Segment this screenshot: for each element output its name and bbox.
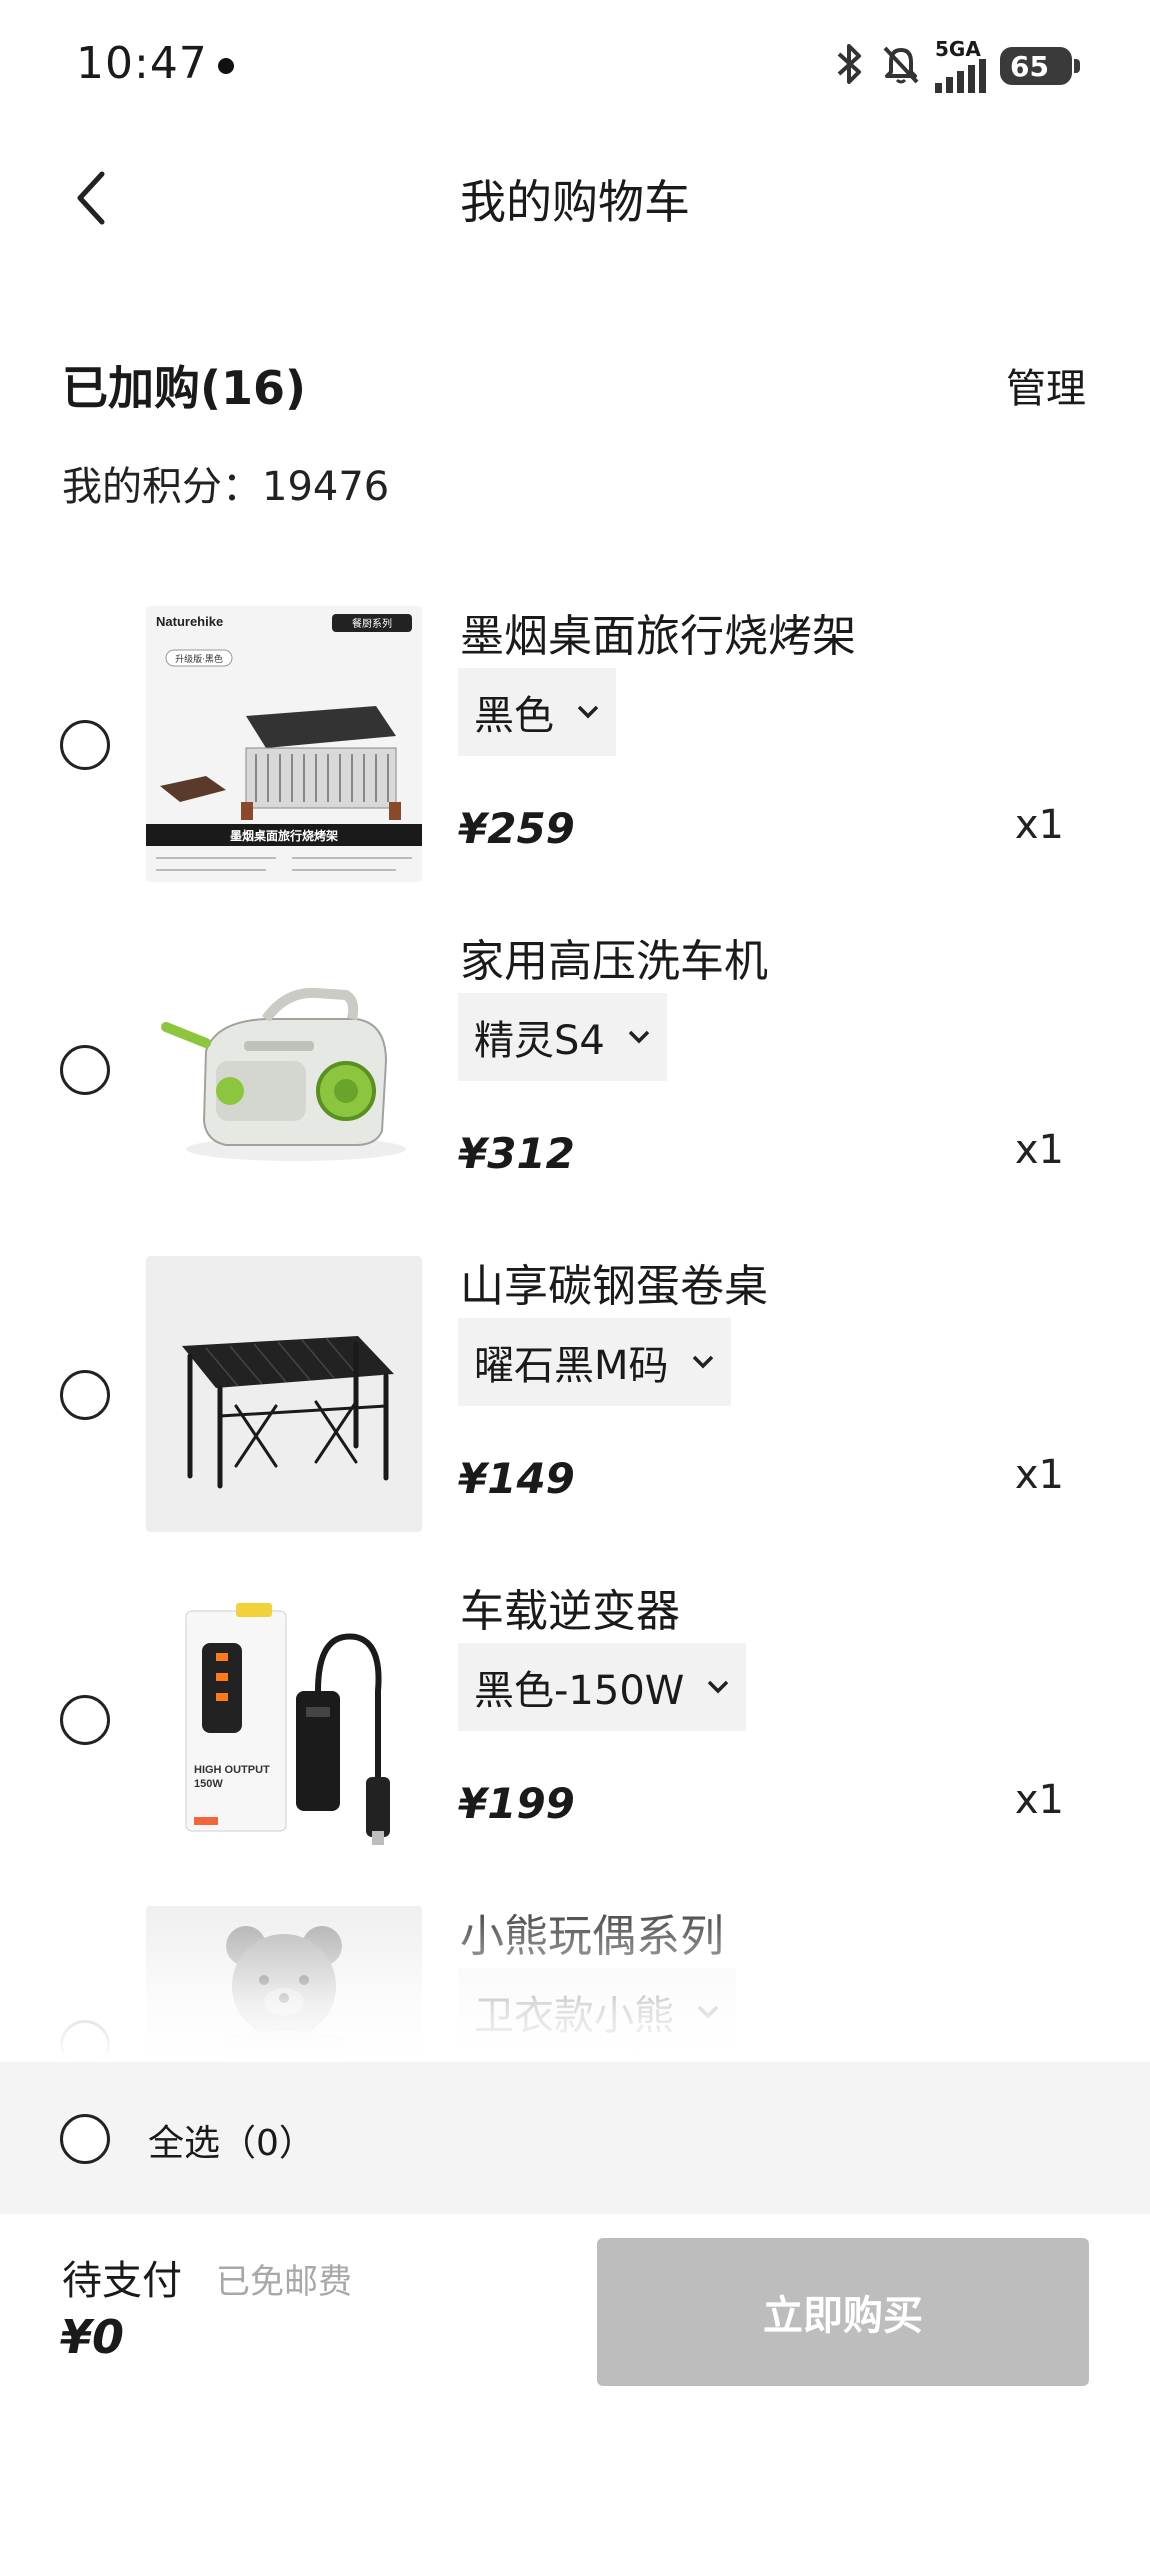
spec-value: 曜石黑M码 [474,1343,669,1389]
item-price: ¥149 [458,1454,575,1503]
spec-selector[interactable]: 黑色-150W [458,1643,747,1731]
inverter-label-text: HIGH OUTPUT [194,1764,270,1776]
cart-item: 家用高压洗车机 精灵S4 ¥312 x1 [0,925,1150,1225]
spec-value: 精灵S4 [474,1018,605,1064]
network-type: 5GA [935,37,981,61]
chevron-down-icon [576,704,600,720]
pressure-washer-image[interactable] [146,931,422,1207]
inverter-power-text: 150W [194,1778,223,1790]
grill-brand-text: Naturehike [156,614,223,629]
item-price: ¥312 [458,1129,575,1178]
buy-now-button[interactable]: 立即购买 [597,2238,1089,2386]
free-shipping-label: 已免邮费 [216,2262,352,2302]
item-quantity[interactable]: x1 [1015,1127,1064,1173]
product-name[interactable]: 车载逆变器 [460,1575,680,1639]
cart-item: 山享碳钢蛋卷桌 曜石黑M码 ¥149 x1 [0,1250,1150,1550]
battery-icon: 65 [1000,47,1080,85]
item-price: ¥259 [458,804,575,853]
page-title: 我的购物车 [460,175,690,229]
item-quantity[interactable]: x1 [1015,1777,1064,1823]
spec-value: 黑色 [474,693,554,739]
spec-selector[interactable]: 黑色 [458,668,616,756]
item-checkbox[interactable] [60,1045,110,1095]
select-all-checkbox[interactable] [60,2114,110,2164]
product-name[interactable]: 小熊玩偶系列 [460,1900,724,1964]
points-label: 我的积分：19476 [62,464,390,510]
product-name[interactable]: 山享碳钢蛋卷桌 [460,1250,768,1314]
status-bar: 10:47 5GA 65 [0,0,1150,130]
product-name[interactable]: 墨烟桌面旅行烧烤架 [460,600,856,664]
bluetooth-icon [833,42,867,90]
pending-payment-label: 待支付 [62,2258,182,2304]
grill-caption-text: 墨烟桌面旅行烧烤架 [230,828,338,843]
item-checkbox[interactable] [60,1695,110,1745]
cart-item: HIGH OUTPUT 150W 车载逆变器 黑色-150W ¥199 x1 [0,1575,1150,1875]
bbq-grill-image[interactable]: Naturehike 餐厨系列 升级版·黑色 墨烟桌面旅行烧烤架 [146,606,422,882]
cart-item: Naturehike 餐厨系列 升级版·黑色 墨烟桌面旅行烧烤架 墨烟桌面旅行烧… [0,600,1150,900]
header: 我的购物车 [0,140,1150,260]
checkout-footer: 待支付 已免邮费 ¥0 立即购买 [0,2214,1150,2556]
cart-list: Naturehike 餐厨系列 升级版·黑色 墨烟桌面旅行烧烤架 墨烟桌面旅行烧… [0,600,1150,2060]
spec-selector[interactable]: 曜石黑M码 [458,1318,731,1406]
spec-selector[interactable]: 精灵S4 [458,993,667,1081]
status-icons: 5GA 65 [833,38,1080,94]
folding-table-image[interactable] [146,1256,422,1532]
chevron-down-icon [696,2004,720,2020]
spec-value: 卫衣款小熊 [474,1993,674,2039]
select-all-label[interactable]: 全选（0） [148,2114,315,2166]
item-quantity[interactable]: x1 [1015,802,1064,848]
chevron-down-icon [627,1029,651,1045]
total-amount: ¥0 [60,2310,125,2364]
chevron-down-icon [691,1354,715,1370]
item-checkbox[interactable] [60,1370,110,1420]
product-name[interactable]: 家用高压洗车机 [460,925,768,989]
item-quantity[interactable]: x1 [1015,1452,1064,1498]
item-checkbox[interactable] [60,720,110,770]
spec-value: 黑色-150W [474,1668,685,1714]
signal-icon: 5GA [935,39,986,93]
mute-bell-icon [881,42,921,90]
spec-selector[interactable]: 卫衣款小熊 [458,1968,736,2056]
notification-dot-icon [218,58,234,74]
manage-button[interactable]: 管理 [1006,356,1086,414]
status-time: 10:47 [76,38,208,89]
grill-badge-text: 升级版·黑色 [175,653,223,665]
chevron-down-icon [706,1679,730,1695]
item-checkbox[interactable] [60,2020,110,2060]
car-inverter-image[interactable]: HIGH OUTPUT 150W [146,1581,422,1857]
cart-count: 已加购(16) [62,361,307,415]
grill-series-text: 餐厨系列 [352,617,392,630]
teddy-bear-image[interactable] [146,1906,422,2060]
select-all-bar: 全选（0） [0,2062,1150,2214]
battery-level: 65 [1010,49,1049,83]
item-price: ¥199 [458,1779,575,1828]
cart-item: 小熊玩偶系列 卫衣款小熊 [0,1900,1150,2060]
